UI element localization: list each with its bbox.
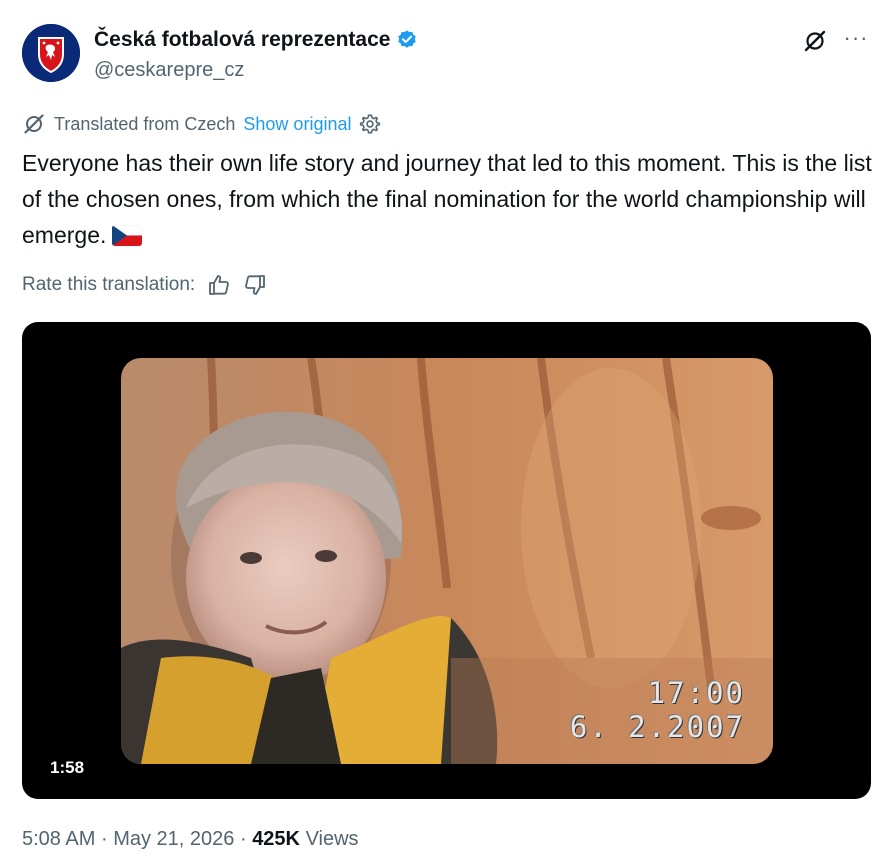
tweet-text: Everyone has their own life story and jo… [22,145,872,253]
grok-slash-icon[interactable] [802,28,828,54]
gear-icon[interactable] [359,113,381,135]
meta-separator: · [239,828,247,850]
tweet-meta: 5:08 AM · May 21, 2026 · 425K Views [22,826,359,852]
views-label: Views [305,828,359,850]
translation-row: Translated from Czech Show original [22,112,381,136]
video-osd-time: 17:00 [647,676,745,710]
grok-slash-icon [24,114,44,134]
czech-lion-crest-icon [22,24,80,82]
rate-translation-label: Rate this translation: [22,274,196,295]
czech-flag-icon [112,225,143,246]
more-options-button[interactable]: ··· [842,27,870,54]
video-player[interactable]: 17:00 6. 2.2007 1:58 [22,322,871,799]
tweet-header: Česká fotbalová reprezentace @ceskarepre… [22,22,872,84]
tweet-date[interactable]: May 21, 2026 [113,828,234,850]
show-original-link[interactable]: Show original [243,114,351,135]
video-osd-date: 6. 2.2007 [569,710,745,744]
tweet-time[interactable]: 5:08 AM [22,828,95,850]
thumbs-up-icon[interactable] [207,273,231,297]
video-duration-badge: 1:58 [40,755,95,781]
verified-badge-icon [398,30,417,48]
tweet-body: Everyone has their own life story and jo… [22,150,872,248]
author-avatar[interactable] [22,24,80,82]
translated-from-label: Translated from Czech [54,113,236,134]
rate-translation-row: Rate this translation: [22,272,267,298]
author-name-row: Česká fotbalová reprezentace [94,26,418,54]
views-count: 425K [252,828,300,850]
author-handle[interactable]: @ceskarepre_cz [94,58,244,82]
author-display-name[interactable]: Česká fotbalová reprezentace [94,26,390,54]
meta-separator: · [100,828,108,850]
thumbs-down-icon[interactable] [243,273,267,297]
